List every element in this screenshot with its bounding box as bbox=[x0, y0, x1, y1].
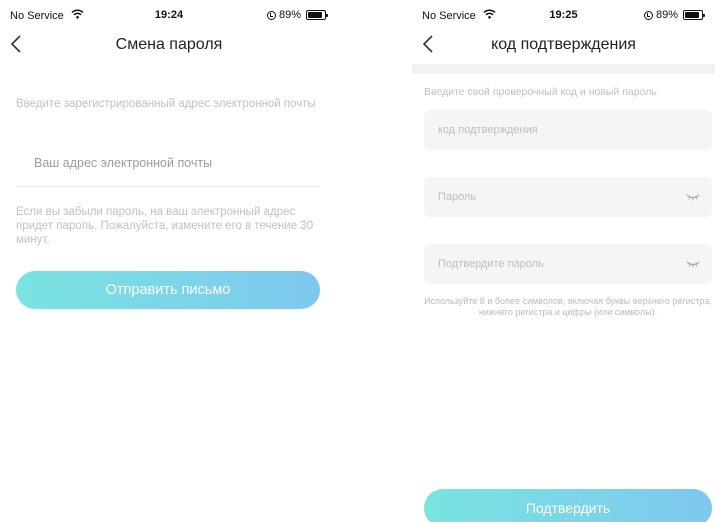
battery-percent: 89% bbox=[655, 9, 678, 21]
verification-code-screen: No Service 19:25 89% код подтверждения В… bbox=[412, 0, 715, 522]
status-bar: No Service 19:25 89% bbox=[412, 9, 715, 23]
password-field bbox=[424, 177, 712, 217]
orientation-lock-icon bbox=[266, 10, 276, 20]
page-title: код подтверждения bbox=[491, 36, 636, 53]
confirm-button[interactable]: Подтвердить bbox=[424, 489, 712, 522]
send-email-button[interactable]: Отправить письмо bbox=[16, 271, 320, 309]
reset-hint: Если вы забыли пароль, на ваш электронны… bbox=[16, 206, 314, 246]
confirm-password-input[interactable] bbox=[424, 244, 712, 284]
battery-percent: 89% bbox=[278, 9, 301, 21]
email-description: Введите зарегистрированный адрес электро… bbox=[16, 98, 316, 110]
eye-closed-icon[interactable] bbox=[686, 192, 700, 202]
section-divider bbox=[412, 64, 715, 74]
verification-code-field bbox=[424, 110, 712, 150]
page-title: Смена пароля bbox=[115, 36, 223, 53]
confirm-password-field bbox=[424, 244, 712, 284]
battery-icon bbox=[306, 10, 328, 20]
orientation-lock-icon bbox=[643, 10, 653, 20]
change-password-screen: No Service 19:24 89% Смена пароля Введит… bbox=[0, 0, 338, 522]
eye-closed-icon[interactable] bbox=[686, 259, 700, 269]
email-field bbox=[16, 147, 320, 187]
password-input[interactable] bbox=[424, 177, 712, 217]
nav-bar: код подтверждения bbox=[412, 30, 715, 60]
battery-icon bbox=[683, 10, 705, 20]
status-bar: No Service 19:24 89% bbox=[0, 9, 338, 23]
verification-code-input[interactable] bbox=[424, 110, 712, 150]
nav-bar: Смена пароля bbox=[0, 30, 338, 60]
email-input[interactable] bbox=[16, 147, 320, 179]
password-requirements: Используйте 8 и более символов, включая … bbox=[424, 296, 712, 317]
instruction-text: Введите свой проверочный код и новый пар… bbox=[424, 86, 657, 98]
